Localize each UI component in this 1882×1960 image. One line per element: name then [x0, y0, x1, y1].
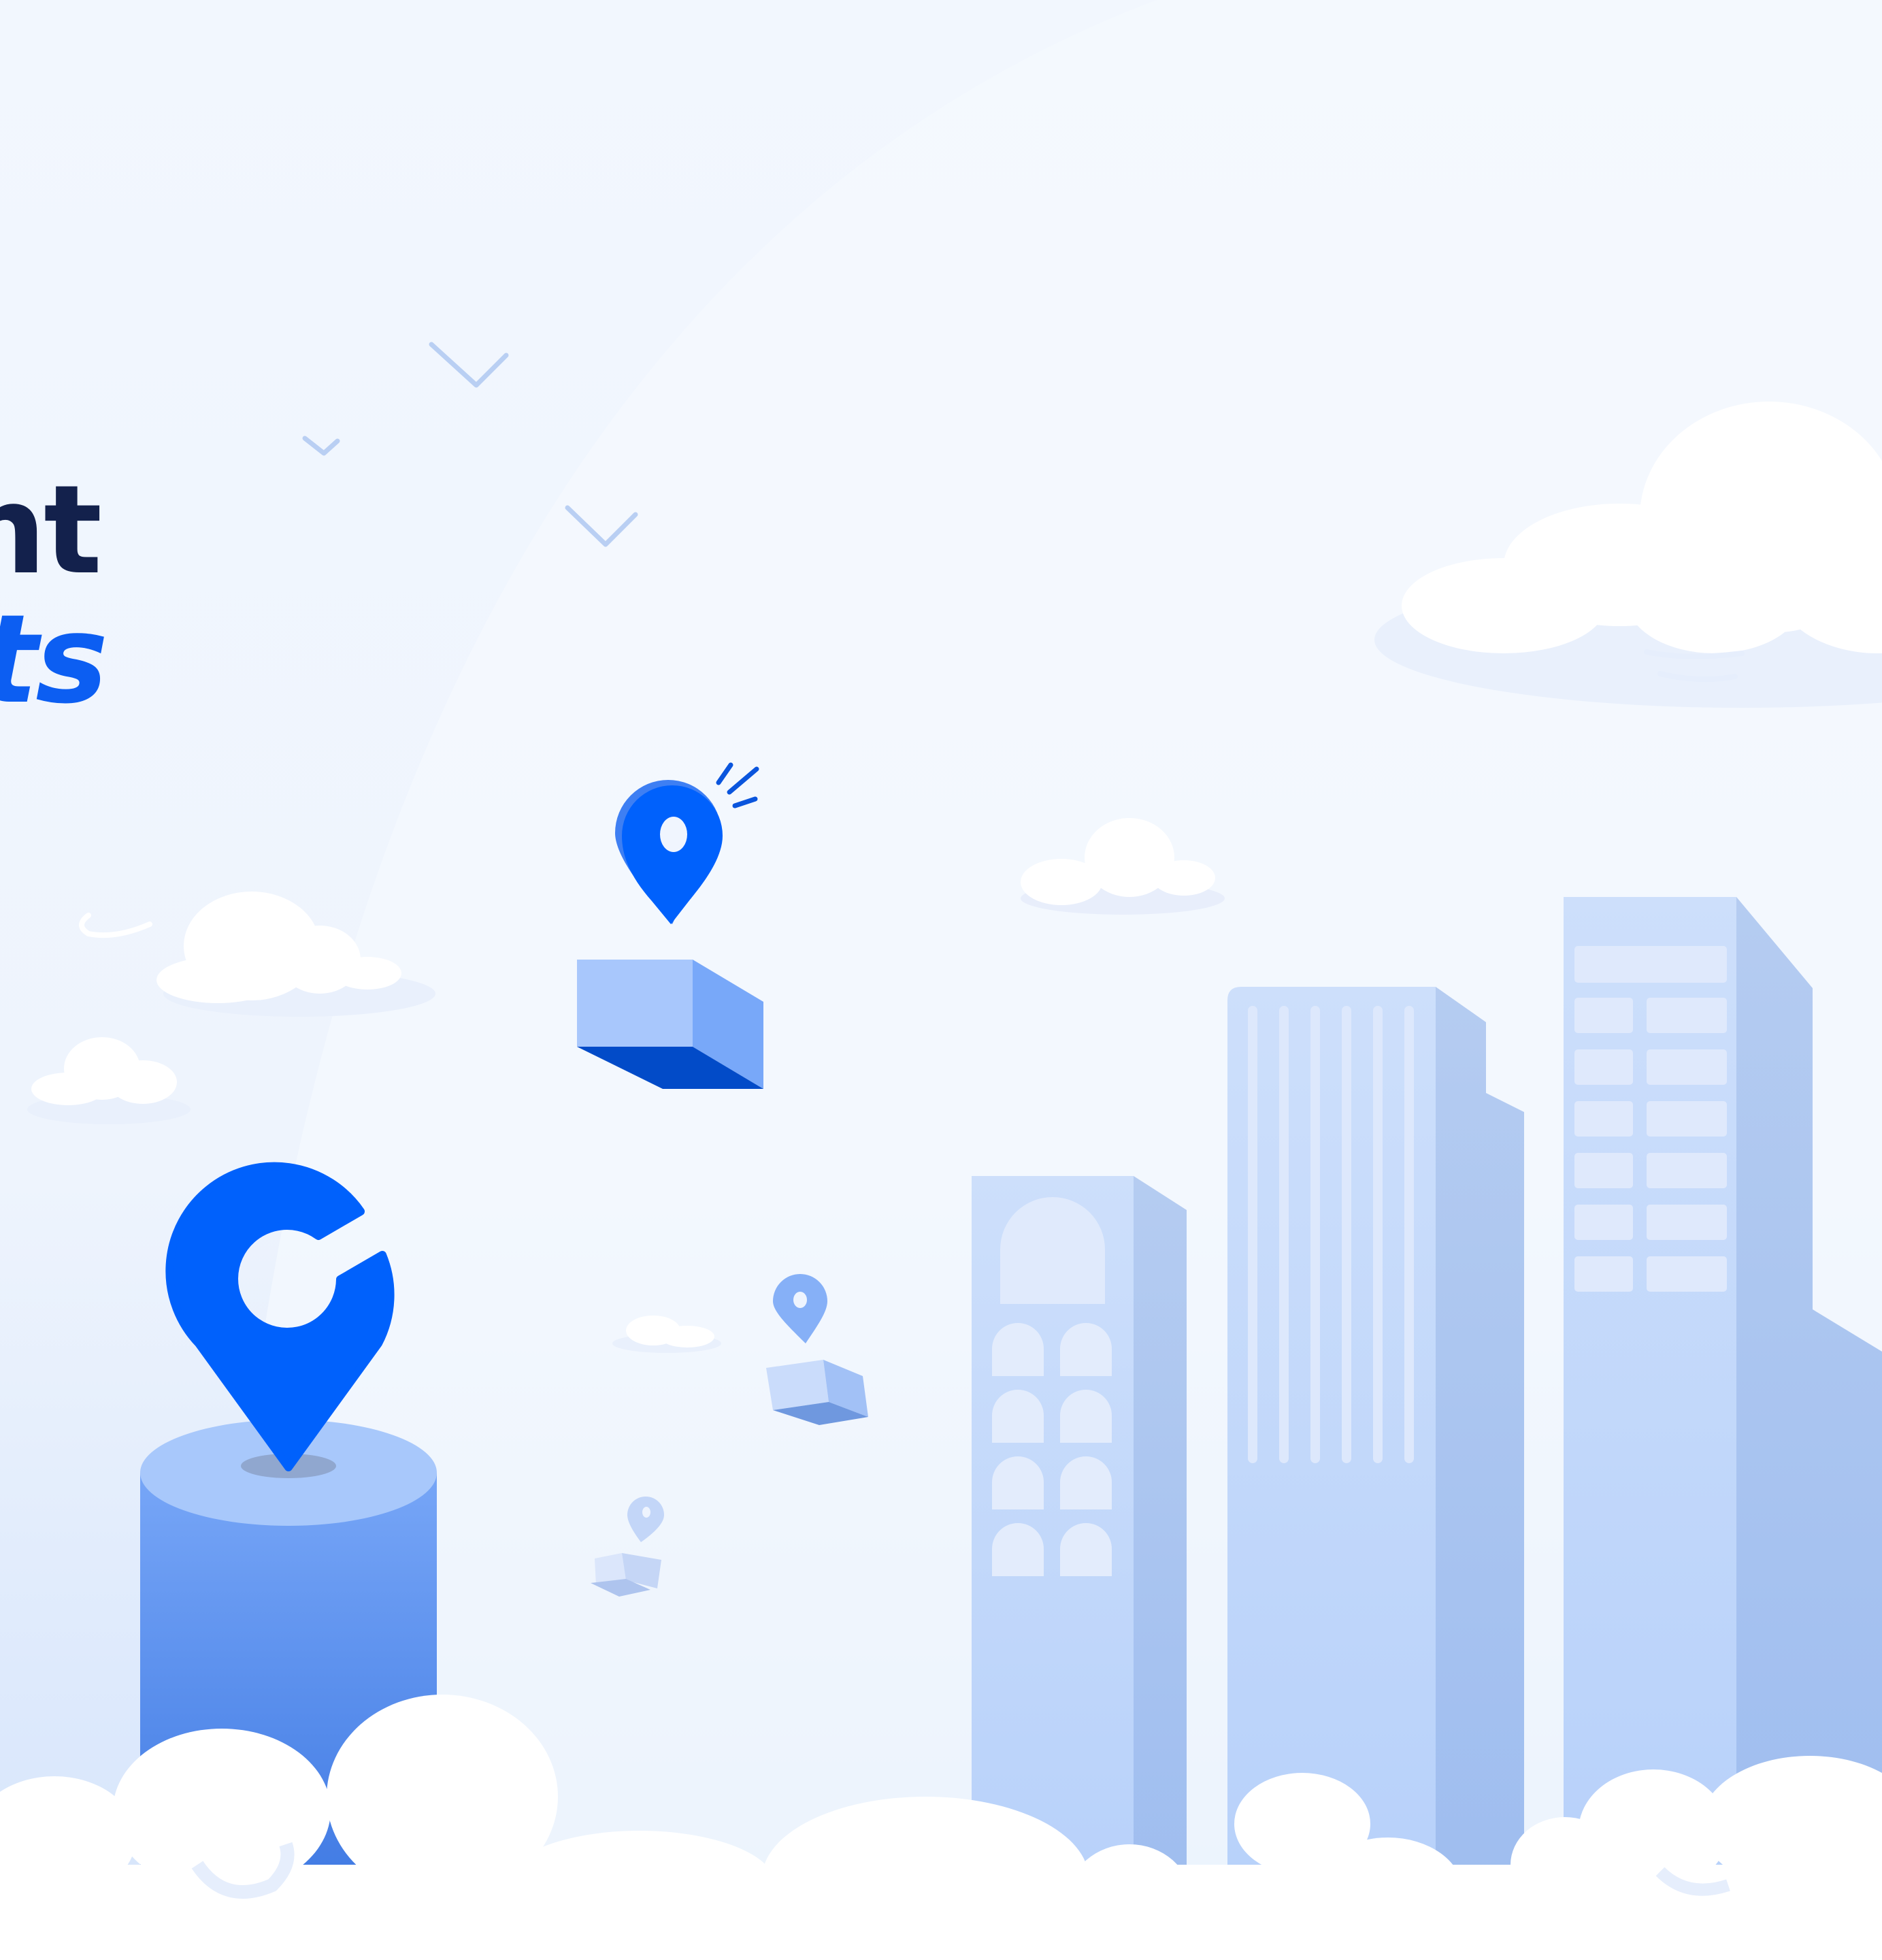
headline-line-2: ts	[0, 589, 108, 731]
headline-line-1: nt	[0, 459, 102, 602]
city-delivery-illustration	[0, 0, 1882, 1960]
hero-scene: nt ts	[0, 0, 1882, 1960]
